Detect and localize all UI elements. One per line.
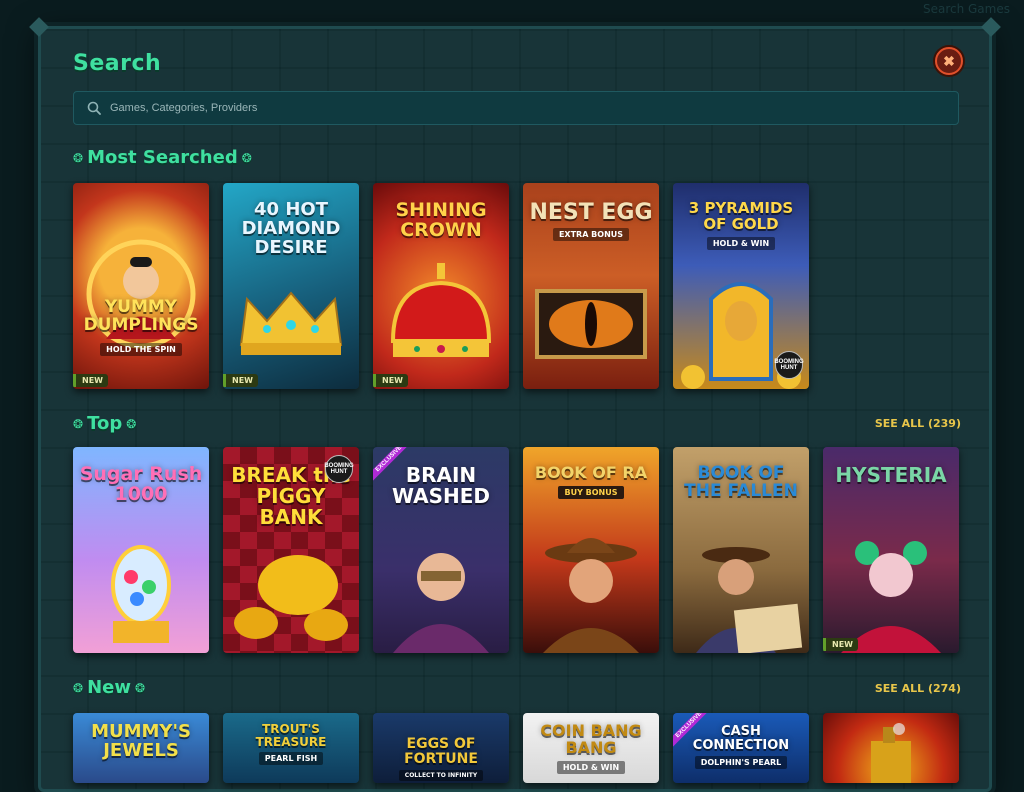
- card-art: [823, 723, 959, 783]
- card-title: HYSTERIA: [835, 463, 947, 487]
- card-art: [373, 261, 509, 371]
- swirl-ornament-icon: ❂: [241, 150, 252, 165]
- game-card-coin-bang-bang[interactable]: COIN BANG BANG HOLD & WIN: [523, 713, 659, 783]
- swirl-ornament-icon: ❂: [73, 680, 84, 695]
- card-art: [73, 537, 209, 647]
- game-card-sugar-rush-1000[interactable]: Sugar Rush 1000: [73, 447, 209, 653]
- game-card-brain-washed[interactable]: EXCLUSIVE BRAIN WASHED: [373, 447, 509, 653]
- game-card-40-hot-diamond-desire[interactable]: 40 HOT DIAMOND DESIRE NEW: [223, 183, 359, 389]
- top-row: Sugar Rush 1000 BREAK the PIGGY BANK BOO…: [73, 447, 959, 653]
- card-title: TROUT'S TREASURE: [255, 722, 327, 749]
- new-badge: NEW: [73, 374, 108, 387]
- card-title: Sugar Rush 1000: [79, 463, 203, 505]
- card-title: EGGS OF FORTUNE: [404, 736, 478, 767]
- game-card-break-the-piggy-bank[interactable]: BREAK the PIGGY BANK BOOMING HUNT: [223, 447, 359, 653]
- close-icon: ✖: [943, 52, 955, 69]
- search-modal: Search ✖ ❂ Most Searched ❂: [29, 17, 1001, 792]
- card-subtitle: COLLECT TO INFINITY: [398, 770, 484, 782]
- card-title: 3 PYRAMIDS OF GOLD: [688, 199, 794, 233]
- see-all-top-link[interactable]: SEE ALL (239): [875, 417, 961, 430]
- card-title: CASH CONNECTION: [692, 724, 790, 753]
- game-card-cash-connection[interactable]: EXCLUSIVE CASH CONNECTION DOLPHIN'S PEAR…: [673, 713, 809, 783]
- card-art: [673, 533, 809, 653]
- game-card-book-of-the-fallen[interactable]: BOOK OF THE FALLEN: [673, 447, 809, 653]
- swirl-ornament-icon: ❂: [126, 416, 137, 431]
- section-most-searched: ❂ Most Searched ❂: [73, 147, 252, 168]
- card-art: [373, 533, 509, 653]
- card-title: 40 HOT DIAMOND DESIRE: [241, 199, 341, 258]
- search-input[interactable]: [108, 91, 958, 125]
- brand-badge: BOOMING HUNT: [324, 455, 354, 483]
- new-row: MUMMY'S JEWELS TROUT'S TREASURE PEARL FI…: [73, 713, 959, 783]
- modal-title: Search: [73, 51, 162, 76]
- card-art: [523, 289, 659, 359]
- close-button[interactable]: ✖: [935, 47, 963, 75]
- game-card-3-pyramids-of-gold[interactable]: 3 PYRAMIDS OF GOLD HOLD & WIN BOOMING HU…: [673, 183, 809, 389]
- frame-corner-ornament: [981, 17, 1001, 37]
- game-card-hysteria[interactable]: HYSTERIA NEW: [823, 447, 959, 653]
- card-subtitle: DOLPHIN'S PEARL: [694, 756, 788, 770]
- brand-badge: BOOMING HUNT: [774, 351, 804, 379]
- search-icon: [84, 98, 104, 118]
- new-badge: NEW: [223, 374, 258, 387]
- new-badge: NEW: [373, 374, 408, 387]
- game-card-eggs-of-fortune[interactable]: EGGS OF FORTUNE COLLECT TO INFINITY: [373, 713, 509, 783]
- section-new: ❂ New ❂: [73, 677, 145, 698]
- see-all-new-link[interactable]: SEE ALL (274): [875, 682, 961, 695]
- card-title: YUMMY DUMPLINGS: [83, 297, 199, 335]
- game-card-shining-crown[interactable]: SHINING CROWN NEW: [373, 183, 509, 389]
- card-subtitle: HOLD & WIN: [706, 236, 776, 250]
- card-art: [523, 523, 659, 653]
- game-card-nest-egg[interactable]: NEST EGG EXTRA BONUS: [523, 183, 659, 389]
- card-title: BRAIN WASHED: [391, 463, 491, 508]
- card-art: [223, 545, 359, 645]
- swirl-ornament-icon: ❂: [134, 680, 146, 695]
- card-subtitle: HOLD & WIN: [556, 760, 626, 774]
- search-bar[interactable]: [73, 91, 959, 125]
- new-badge: NEW: [823, 638, 858, 651]
- card-subtitle: PEARL FISH: [258, 752, 324, 766]
- card-subtitle: HOLD THE SPIN: [100, 343, 182, 356]
- game-card-mummys-jewels[interactable]: MUMMY'S JEWELS: [73, 713, 209, 783]
- backdrop-search-hint: Search Games: [922, 2, 1010, 16]
- card-art: [223, 285, 359, 359]
- most-searched-row: YUMMY DUMPLINGS HOLD THE SPIN NEW 40 HOT…: [73, 183, 809, 389]
- swirl-ornament-icon: ❂: [73, 416, 84, 431]
- game-card-trouts-treasure[interactable]: TROUT'S TREASURE PEARL FISH: [223, 713, 359, 783]
- game-card-train[interactable]: [823, 713, 959, 783]
- card-subtitle: BUY BONUS: [558, 485, 624, 499]
- frame-corner-ornament: [29, 17, 49, 37]
- section-top: ❂ Top ❂: [73, 413, 136, 434]
- card-title: SHINING CROWN: [395, 199, 487, 241]
- section-title: New: [87, 677, 131, 698]
- card-title: BOOK OF THE FALLEN: [684, 463, 798, 501]
- card-subtitle: EXTRA BONUS: [552, 228, 630, 242]
- card-art: [823, 523, 959, 653]
- card-title: MUMMY'S JEWELS: [91, 721, 191, 761]
- card-title: COIN BANG BANG: [540, 721, 642, 757]
- section-title: Top: [87, 413, 123, 434]
- card-title: BOOK OF RA: [534, 463, 648, 482]
- card-title: NEST EGG: [529, 200, 653, 225]
- section-title: Most Searched: [87, 147, 238, 168]
- game-card-book-of-ra[interactable]: BOOK OF RA BUY BONUS: [523, 447, 659, 653]
- swirl-ornament-icon: ❂: [73, 150, 84, 165]
- game-card-yummy-dumplings[interactable]: YUMMY DUMPLINGS HOLD THE SPIN NEW: [73, 183, 209, 389]
